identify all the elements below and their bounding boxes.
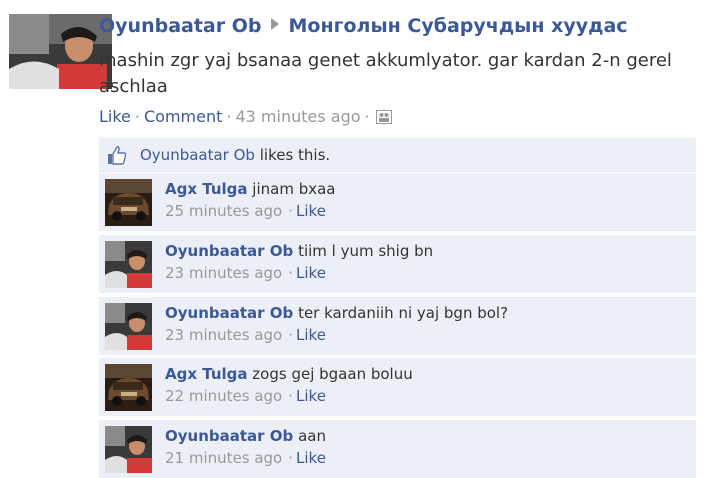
post-text: mashin zgr yaj bsanaa genet akkumlyator.… [99, 50, 672, 97]
person-photo-icon [105, 426, 152, 473]
comment-timestamp[interactable]: 25 minutes ago [165, 202, 282, 220]
thumbs-up-icon [107, 145, 127, 165]
post-timestamp[interactable]: 43 minutes ago [235, 107, 360, 126]
person-photo-icon [105, 303, 152, 350]
separator: · [288, 449, 294, 467]
comment-5: Oyunbaatar Ob aan 21 minutes ago · Like [99, 419, 696, 478]
likes-summary: Oyunbaatar Ob likes this. [99, 138, 696, 172]
car-photo-icon [105, 179, 152, 226]
likes-suffix: likes this. [259, 146, 331, 164]
post-group-link[interactable]: Монголын Субаручдын хуудас [288, 15, 627, 37]
comment-meta: 21 minutes ago · Like [165, 447, 326, 469]
post-actions: Like · Comment · 43 minutes ago · [99, 106, 699, 128]
comment-meta: 23 minutes ago · Like [165, 262, 326, 284]
liker-name-link[interactable]: Oyunbaatar Ob [140, 146, 255, 164]
comment-author-link[interactable]: Oyunbaatar Ob [165, 427, 293, 445]
comment-meta: 23 minutes ago · Like [165, 324, 326, 346]
comment-body: Agx Tulga zogs gej bgaan boluu [165, 363, 413, 385]
person-photo-icon [105, 241, 152, 288]
commenter-avatar[interactable] [105, 241, 152, 288]
comment-body: Oyunbaatar Ob tiim l yum shig bn [165, 240, 433, 262]
comment-timestamp[interactable]: 22 minutes ago [165, 387, 282, 405]
comment-meta: 22 minutes ago · Like [165, 385, 326, 407]
post-author-link[interactable]: Oyunbaatar Ob [99, 15, 261, 37]
comment-body: Oyunbaatar Ob aan [165, 425, 326, 447]
comment-text: tiim l yum shig bn [298, 242, 434, 260]
separator: · [226, 107, 232, 126]
separator: · [134, 107, 140, 126]
commenter-avatar[interactable] [105, 179, 152, 226]
comment-meta: 25 minutes ago · Like [165, 200, 326, 222]
group-audience-icon[interactable] [375, 108, 392, 124]
comment-2: Oyunbaatar Ob tiim l yum shig bn 23 minu… [99, 234, 696, 293]
comment-text: zogs gej bgaan boluu [252, 365, 413, 383]
comment-author-link[interactable]: Oyunbaatar Ob [165, 304, 293, 322]
comment-author-link[interactable]: Agx Tulga [165, 365, 248, 383]
comment-body: Oyunbaatar Ob ter kardaniih ni yaj bgn b… [165, 302, 508, 324]
comment-like-link[interactable]: Like [296, 326, 326, 344]
comment-like-link[interactable]: Like [296, 449, 326, 467]
post-header: Oyunbaatar Ob Монголын Субаручдын хуудас [99, 12, 699, 40]
comment-timestamp[interactable]: 23 minutes ago [165, 326, 282, 344]
separator: · [288, 264, 294, 282]
comment-text: ter kardaniih ni yaj bgn bol? [298, 304, 509, 322]
car-photo-icon [105, 364, 152, 411]
comment-like-link[interactable]: Like [296, 202, 326, 220]
commenter-avatar[interactable] [105, 426, 152, 473]
separator: · [364, 107, 370, 126]
comment-author-link[interactable]: Agx Tulga [165, 180, 248, 198]
person-photo-icon [9, 14, 112, 89]
comment-timestamp[interactable]: 21 minutes ago [165, 449, 282, 467]
right-triangle-arrow-icon [271, 18, 280, 30]
post-comment-link[interactable]: Comment [144, 107, 222, 126]
comment-timestamp[interactable]: 23 minutes ago [165, 264, 282, 282]
comment-1: Agx Tulga jinam bxaa 25 minutes ago · Like [99, 172, 696, 231]
comment-text: jinam bxaa [252, 180, 336, 198]
post: Oyunbaatar Ob Монголын Субаручдын хуудас … [99, 12, 699, 128]
commenter-avatar[interactable] [105, 303, 152, 350]
comment-3: Oyunbaatar Ob ter kardaniih ni yaj bgn b… [99, 296, 696, 355]
separator: · [288, 202, 294, 220]
post-author-avatar[interactable] [9, 14, 112, 89]
comment-like-link[interactable]: Like [296, 387, 326, 405]
comment-body: Agx Tulga jinam bxaa [165, 178, 336, 200]
commenter-avatar[interactable] [105, 364, 152, 411]
likes-text: Oyunbaatar Ob likes this. [140, 144, 330, 166]
separator: · [288, 387, 294, 405]
comment-like-link[interactable]: Like [296, 264, 326, 282]
separator: · [288, 326, 294, 344]
comment-text: aan [298, 427, 326, 445]
post-like-link[interactable]: Like [99, 107, 131, 126]
comment-4: Agx Tulga zogs gej bgaan boluu 22 minute… [99, 357, 696, 416]
comment-author-link[interactable]: Oyunbaatar Ob [165, 242, 293, 260]
